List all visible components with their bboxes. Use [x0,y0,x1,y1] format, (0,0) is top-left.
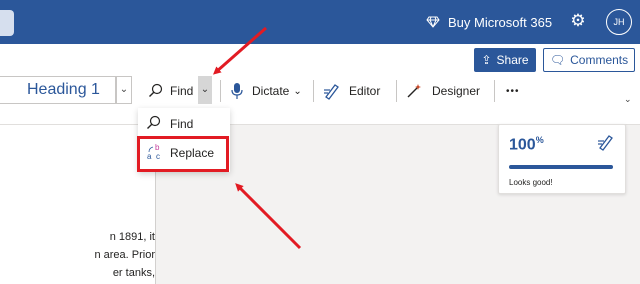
annotation-arrows [212,26,302,250]
arrow-to-replace [235,183,302,250]
arrow-to-find-chevron [212,26,267,75]
